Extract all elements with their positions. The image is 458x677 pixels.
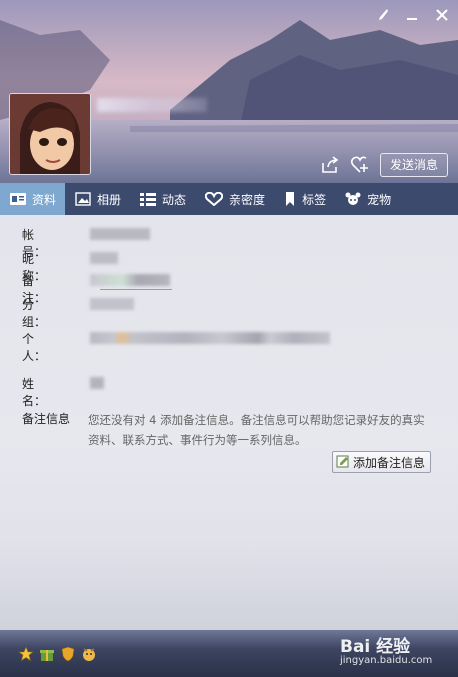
send-message-button[interactable]: 发送消息 bbox=[379, 153, 448, 177]
tab-pet[interactable]: 宠物 bbox=[335, 183, 400, 215]
heart-icon bbox=[204, 191, 224, 207]
tab-label: 标签 bbox=[302, 192, 327, 207]
photo-icon bbox=[75, 192, 91, 206]
profile-header-banner: 发送消息 bbox=[0, 0, 458, 183]
watermark-logo: Bai 经验 bbox=[340, 637, 411, 657]
notes-label: 备注信息 bbox=[22, 412, 71, 426]
nickname-value-blurred bbox=[90, 252, 118, 264]
profile-details-panel: 帐 号： 昵 称： 备 注： 分 组： 个 人： 姓 名： 备注信息 您还没有对… bbox=[0, 215, 458, 630]
shield-icon[interactable] bbox=[60, 646, 76, 662]
close-icon[interactable] bbox=[434, 8, 450, 24]
pet-icon bbox=[345, 192, 361, 206]
star-icon[interactable] bbox=[18, 646, 34, 662]
remark-underline bbox=[100, 289, 172, 290]
gift-icon[interactable] bbox=[39, 646, 55, 662]
tab-label: 动态 bbox=[162, 192, 187, 207]
tab-label: 宠物 bbox=[367, 192, 392, 207]
footer-icons bbox=[18, 646, 97, 662]
name-value-blurred bbox=[90, 377, 104, 389]
group-value-blurred[interactable] bbox=[90, 298, 134, 310]
group-label: 分 组： bbox=[22, 298, 47, 329]
share-icon[interactable] bbox=[320, 155, 340, 175]
tab-label: 相册 bbox=[97, 192, 122, 207]
watermark-url: jingyan.baidu.com bbox=[340, 655, 433, 666]
profile-window: 发送消息 资料 相册 动态 亲密度 标签 宠物 帐 号： 昵 称： 备 注： 分… bbox=[0, 0, 458, 677]
tab-feed[interactable]: 动态 bbox=[130, 183, 195, 215]
notes-description: 您还没有对 4 添加备注信息。备注信息可以帮助您记录好友的真实资料、联系方式、事… bbox=[88, 413, 425, 447]
bookmark-icon bbox=[284, 192, 296, 206]
profile-card-icon bbox=[10, 192, 26, 206]
heart-plus-icon[interactable] bbox=[350, 155, 370, 175]
tab-label: 资料 bbox=[32, 192, 57, 207]
account-value-blurred bbox=[90, 228, 150, 240]
add-note-label: 添加备注信息 bbox=[353, 455, 426, 470]
name-row: 姓 名： bbox=[22, 375, 68, 409]
feed-list-icon bbox=[140, 192, 157, 206]
personal-label: 个 人： bbox=[22, 332, 47, 363]
tab-profile[interactable]: 资料 bbox=[0, 183, 66, 215]
remark-value-blurred[interactable] bbox=[90, 274, 170, 286]
tab-label: 亲密度 bbox=[229, 192, 266, 207]
group-row: 分 组： bbox=[22, 296, 68, 330]
tab-intimacy[interactable]: 亲密度 bbox=[195, 183, 274, 215]
edit-note-icon bbox=[336, 454, 350, 471]
profile-tab-bar: 资料 相册 动态 亲密度 标签 宠物 bbox=[0, 183, 458, 215]
avatar[interactable] bbox=[9, 93, 91, 175]
nickname-blurred bbox=[97, 98, 207, 112]
tab-tags[interactable]: 标签 bbox=[274, 183, 335, 215]
pet-badge-icon[interactable] bbox=[81, 646, 97, 662]
add-note-button[interactable]: 添加备注信息 bbox=[332, 451, 432, 473]
personal-info-blurred bbox=[90, 332, 330, 344]
minimize-icon[interactable] bbox=[404, 8, 420, 24]
window-controls bbox=[374, 8, 450, 24]
tab-album[interactable]: 相册 bbox=[65, 183, 130, 215]
header-actions: 发送消息 bbox=[320, 153, 448, 177]
skin-brush-icon[interactable] bbox=[374, 8, 390, 24]
personal-row: 个 人： bbox=[22, 330, 68, 364]
name-label: 姓 名： bbox=[22, 377, 47, 408]
